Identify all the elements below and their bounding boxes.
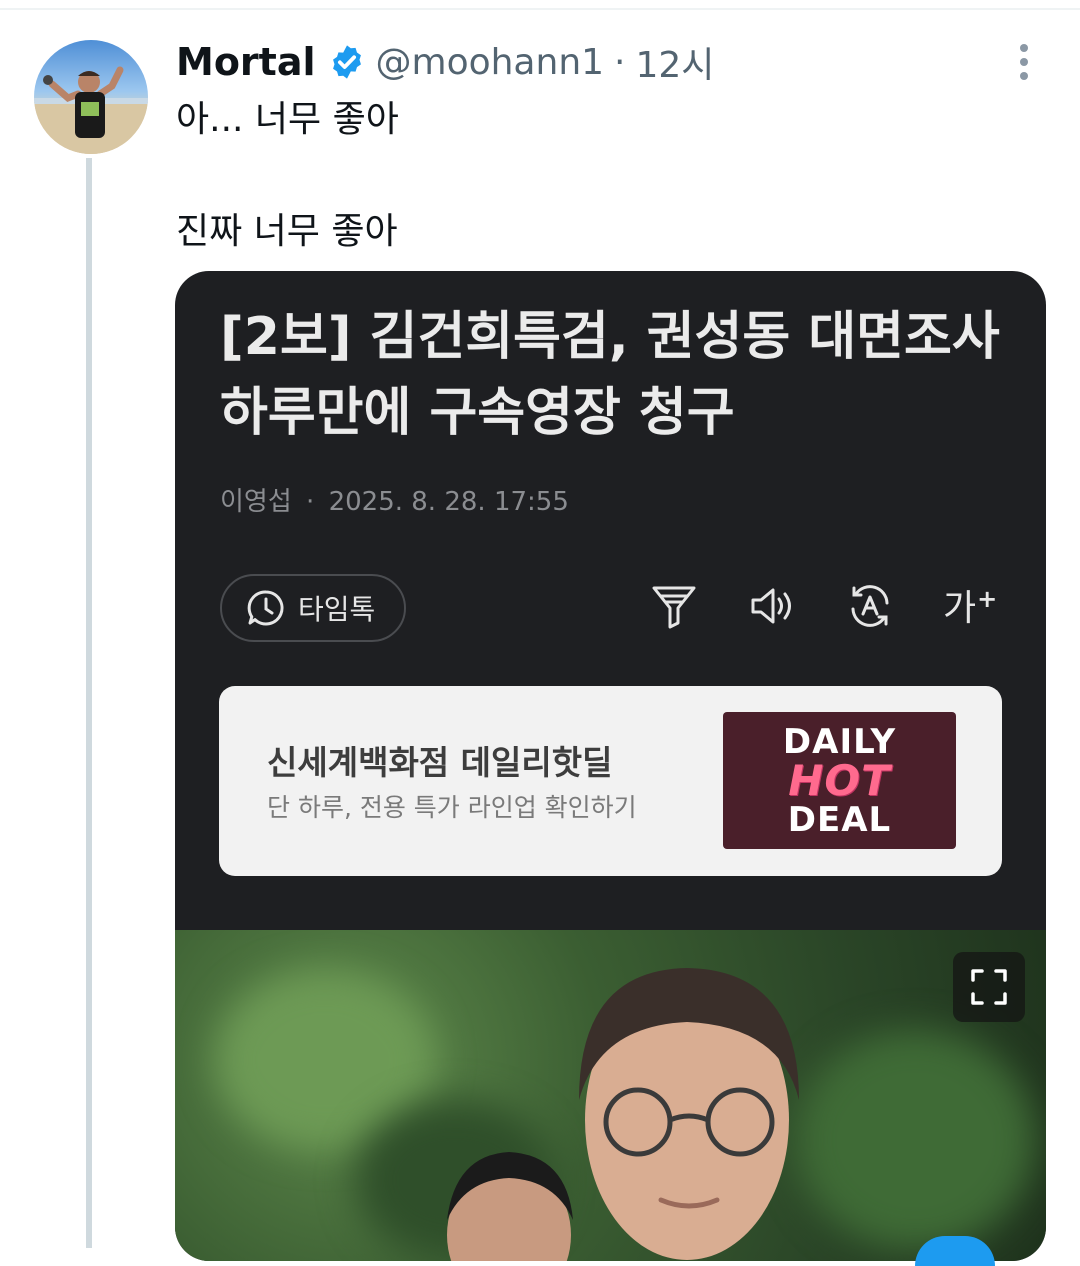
clock-chat-icon bbox=[247, 590, 284, 626]
expand-button[interactable] bbox=[953, 952, 1025, 1022]
separator-dot: · bbox=[614, 41, 626, 83]
timetalk-label: 타임톡 bbox=[298, 593, 376, 626]
ad-thumb-word: HOT bbox=[788, 755, 891, 805]
avatar-image bbox=[34, 66, 148, 154]
article-photo[interactable] bbox=[175, 930, 1046, 1261]
tweet-time[interactable]: 12시 bbox=[636, 36, 715, 88]
article-byline: 이영섭 · 2025. 8. 28. 17:55 bbox=[220, 481, 575, 518]
display-name[interactable]: Mortal bbox=[176, 40, 316, 84]
article-author: 이영섭 bbox=[220, 487, 292, 517]
tweet-header: Mortal @moohann1 · 12시 bbox=[176, 34, 714, 90]
ad-thumb-word: DEAL bbox=[787, 799, 892, 840]
ad-subtitle: 단 하루, 전용 특가 라인업 확인하기 bbox=[267, 793, 637, 822]
font-size-label: 가 bbox=[943, 588, 977, 629]
expand-icon bbox=[971, 969, 1007, 1005]
speaker-icon[interactable] bbox=[747, 581, 797, 631]
user-handle[interactable]: @moohann1 bbox=[376, 42, 605, 83]
verified-badge-icon bbox=[332, 45, 361, 79]
font-size-plus: + bbox=[977, 585, 998, 613]
byline-separator: · bbox=[306, 487, 315, 517]
timetalk-button[interactable]: 타임톡 bbox=[220, 574, 406, 642]
ad-thumb-word: DAILY bbox=[782, 721, 897, 762]
top-divider bbox=[0, 8, 1080, 10]
thread-line bbox=[86, 158, 92, 1248]
article-headline: [2보] 김건희특검, 권성동 대면조사 하루만에 구속영장 청구 bbox=[220, 307, 1000, 443]
more-vertical-icon[interactable] bbox=[1010, 42, 1038, 82]
attached-image-card[interactable]: [2보] 김건희특검, 권성동 대면조사 하루만에 구속영장 청구 이영섭 · … bbox=[175, 271, 1046, 1261]
tweet-text-line: 진짜 너무 좋아 bbox=[176, 211, 398, 252]
ad-banner[interactable]: 신세계백화점 데일리핫딜 단 하루, 전용 특가 라인업 확인하기 DAILY … bbox=[219, 686, 1002, 876]
filter-icon[interactable] bbox=[649, 581, 699, 631]
tweet-text-line: 아... 너무 좋아 bbox=[176, 99, 399, 140]
article-datetime: 2025. 8. 28. 17:55 bbox=[328, 487, 569, 517]
font-size-button[interactable]: 가+ bbox=[943, 579, 997, 631]
ad-thumbnail: DAILY HOT DEAL bbox=[723, 712, 956, 849]
ad-title: 신세계백화점 데일리핫딜 bbox=[267, 743, 613, 782]
avatar[interactable] bbox=[34, 40, 148, 154]
people-illustration bbox=[447, 968, 799, 1261]
translate-icon[interactable] bbox=[845, 581, 895, 631]
